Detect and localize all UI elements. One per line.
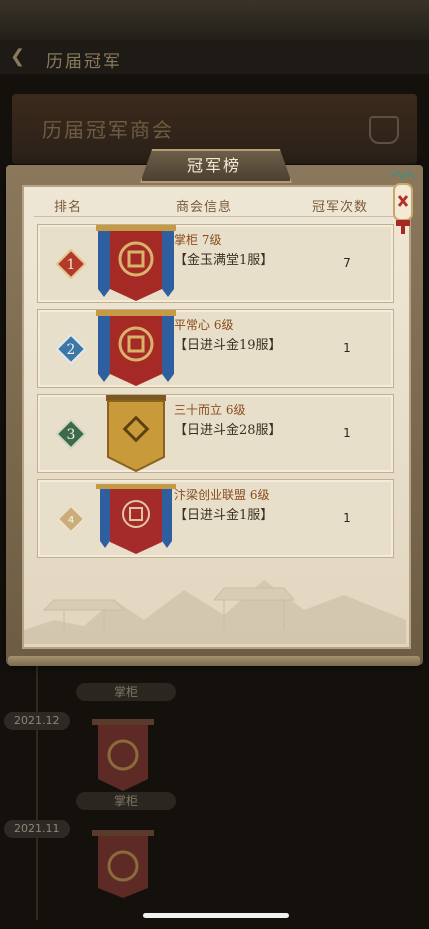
guild-server: 【日进斗金1服】	[174, 508, 274, 523]
guild-name: 平常心 6级	[174, 318, 234, 332]
champion-count: 1	[343, 341, 351, 355]
timeline-caption: 掌柜	[76, 792, 176, 810]
rank-badge-icon: 4	[57, 505, 85, 533]
rank-badge-icon: 1	[56, 249, 86, 279]
champion-count: 1	[343, 426, 351, 440]
rank-badge-icon: 2	[56, 334, 86, 364]
trophy-icon[interactable]	[369, 116, 399, 144]
ranking-row[interactable]: 2 平常心 6级 【日进斗金19服】 1	[37, 309, 394, 388]
column-count: 冠军次数	[312, 200, 369, 215]
guild-server: 【日进斗金28服】	[174, 423, 282, 438]
timeline-banner[interactable]	[88, 826, 158, 900]
history-header-title: 历届冠军商会	[42, 118, 174, 142]
guild-server: 【日进斗金19服】	[174, 338, 282, 353]
svg-text:3: 3	[67, 427, 76, 443]
palace-scenery	[24, 580, 406, 644]
guild-name: 三十而立 6级	[174, 403, 246, 417]
svg-text:1: 1	[67, 257, 76, 273]
champion-count: 7	[343, 256, 351, 270]
column-info: 商会信息	[176, 200, 233, 215]
ranking-row[interactable]: 4 汴梁创业联盟 6级 【日进斗金1服】 1	[37, 479, 394, 558]
nav-bar: ❮ 历届冠军	[0, 40, 429, 74]
ranking-row[interactable]: 3 三十而立 6级 【日进斗金28服】 1	[37, 394, 394, 473]
modal-title: 冠军榜	[186, 156, 241, 175]
timeline-caption: 掌柜	[76, 683, 176, 701]
guild-server: 【金玉满堂1服】	[174, 253, 274, 268]
svg-text:2: 2	[67, 342, 76, 358]
modal-bottom-rail	[8, 656, 420, 666]
guild-banner-icon	[96, 310, 176, 386]
champion-count: 1	[343, 511, 351, 525]
guild-banner-icon	[96, 484, 176, 554]
guild-name: 汴梁创业联盟 6级	[174, 488, 270, 502]
top-strip	[0, 0, 429, 40]
lantern-close-icon[interactable]	[388, 170, 418, 236]
ranking-row[interactable]: 1 掌柜 7级 【金玉满堂1服】 7	[37, 224, 394, 303]
header-divider	[34, 216, 394, 217]
timeline-line	[36, 660, 38, 920]
rank-badge-icon: 3	[56, 419, 86, 449]
timeline-date: 2021.11	[4, 820, 70, 838]
guild-name: 掌柜 7级	[174, 233, 222, 247]
home-indicator	[143, 913, 289, 918]
nav-title: 历届冠军	[46, 52, 122, 72]
timeline-banner[interactable]	[88, 715, 158, 793]
guild-banner-icon	[96, 225, 176, 301]
guild-banner-icon	[106, 395, 166, 473]
svg-text:4: 4	[68, 515, 74, 526]
column-rank: 排名	[54, 200, 83, 215]
timeline-date: 2021.12	[4, 712, 70, 730]
back-arrow-icon[interactable]: ❮	[10, 46, 25, 67]
